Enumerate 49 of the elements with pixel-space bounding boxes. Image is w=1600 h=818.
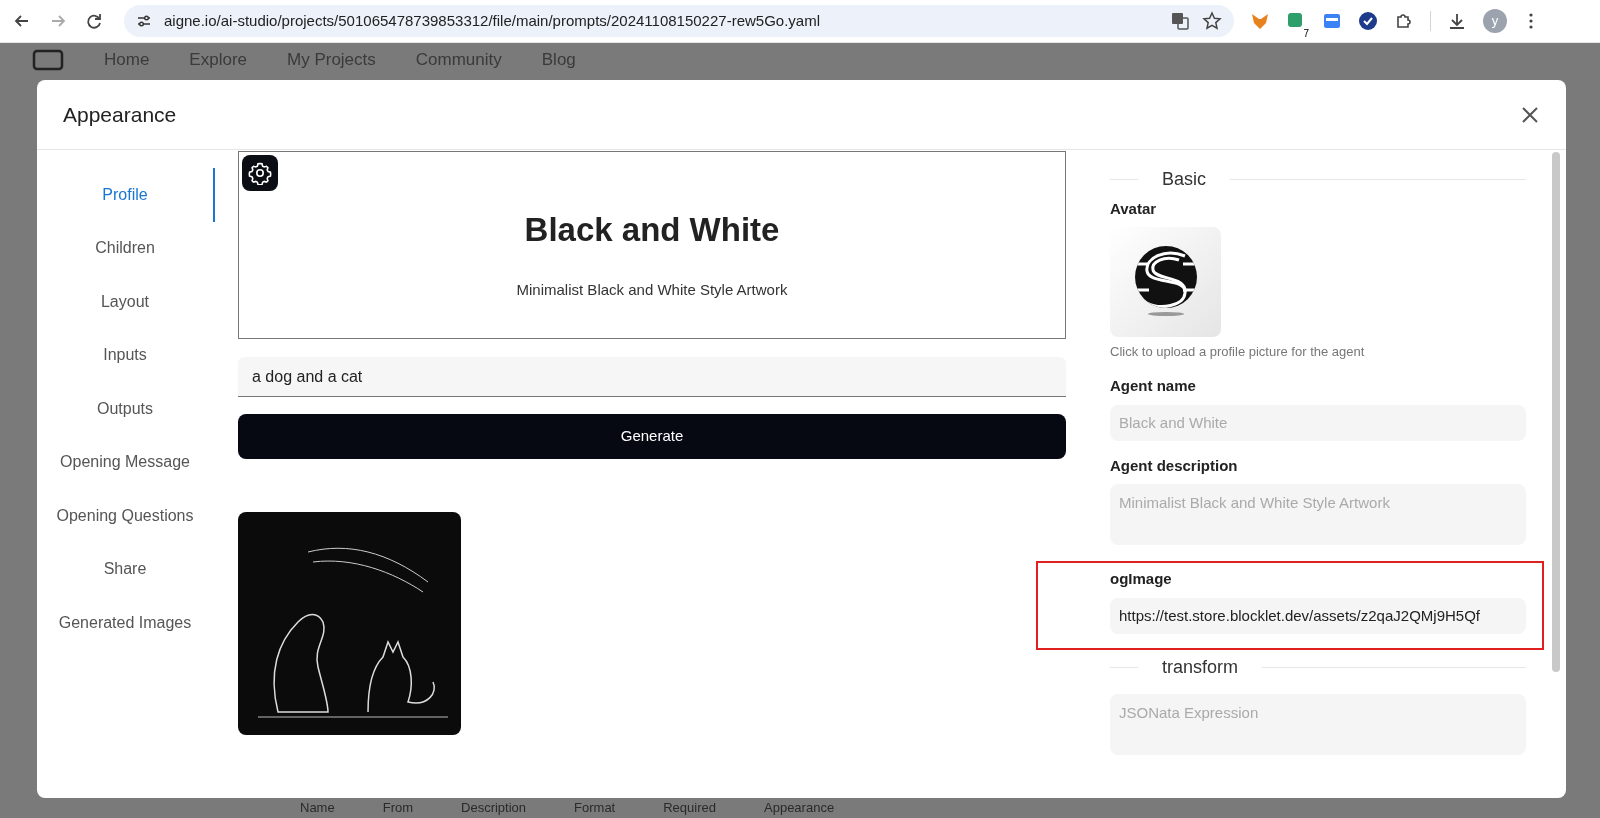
field-label: Agent description <box>1110 455 1239 476</box>
check-circle-icon[interactable] <box>1358 11 1378 31</box>
agent-description: Minimalist Black and White Style Artwork <box>516 279 788 300</box>
settings-button[interactable] <box>242 155 278 191</box>
star-icon[interactable] <box>1202 11 1222 31</box>
column-header: From <box>382 798 414 817</box>
column-header: Required <box>663 798 716 817</box>
logo-icon <box>32 48 64 72</box>
fox-extension-icon[interactable] <box>1250 11 1270 31</box>
extension-badge: 7 <box>1302 29 1310 39</box>
close-icon[interactable] <box>1520 104 1540 125</box>
dialog-title: Appearance <box>63 101 177 128</box>
field-label: Avatar <box>1110 199 1158 219</box>
settings-tab[interactable]: Profile <box>37 168 215 222</box>
column-header: Description <box>461 798 527 817</box>
settings-tab[interactable]: Share <box>37 542 215 596</box>
url-text: aigne.io/ai-studio/projects/501065478739853312/file/main/prompts/20241108150227-rew5Go.yaml <box>164 10 820 31</box>
column-header: Format <box>574 798 616 817</box>
site-settings-icon[interactable] <box>136 13 152 29</box>
agent-title: Black and White <box>524 210 780 250</box>
avatar-hint: Click to upload a profile picture for the agent <box>1110 342 1366 361</box>
section-title: transform <box>1161 655 1240 679</box>
settings-tab[interactable]: Outputs <box>37 382 215 436</box>
column-header: Appearance <box>764 798 835 817</box>
avatar-upload[interactable] <box>1110 226 1221 337</box>
address-bar[interactable]: aigne.io/ai-studio/projects/501065478739853312/file/main/prompts/20241108150227-rew5Go.yaml <box>124 5 1234 37</box>
settings-tab[interactable]: Inputs <box>37 328 215 382</box>
translate-icon[interactable] <box>1170 11 1190 31</box>
settings-icon <box>248 161 272 185</box>
prompt-input[interactable]: a dog and a cat <box>238 357 1066 397</box>
scrollbar[interactable] <box>1552 152 1560 672</box>
text-field[interactable]: Black and White <box>1110 404 1526 441</box>
settings-tab[interactable]: Opening Questions <box>37 489 215 543</box>
field-label: ogImage <box>1110 569 1173 589</box>
download-icon[interactable] <box>1447 11 1467 31</box>
puzzle-icon[interactable] <box>1394 11 1414 31</box>
text-area[interactable]: JSONata Expression <box>1110 693 1526 755</box>
text-field[interactable]: https://test.store.blocklet.dev/assets/z2qaJ2QMj9H5Qf <box>1110 597 1526 634</box>
settings-tab[interactable]: Opening Message <box>37 435 215 489</box>
window-extension-icon[interactable] <box>1322 11 1342 31</box>
settings-tab[interactable]: Generated Images <box>37 596 215 650</box>
field-label: Agent name <box>1110 376 1197 396</box>
generate-button[interactable]: Generate <box>238 414 1066 459</box>
column-header: Name <box>300 798 335 817</box>
text-area[interactable]: Minimalist Black and White Style Artwork <box>1110 484 1526 545</box>
reload-icon[interactable] <box>84 11 104 31</box>
section-title: Basic <box>1161 168 1207 191</box>
settings-tab[interactable]: Layout <box>37 275 215 329</box>
settings-tab[interactable]: Children <box>37 221 215 275</box>
